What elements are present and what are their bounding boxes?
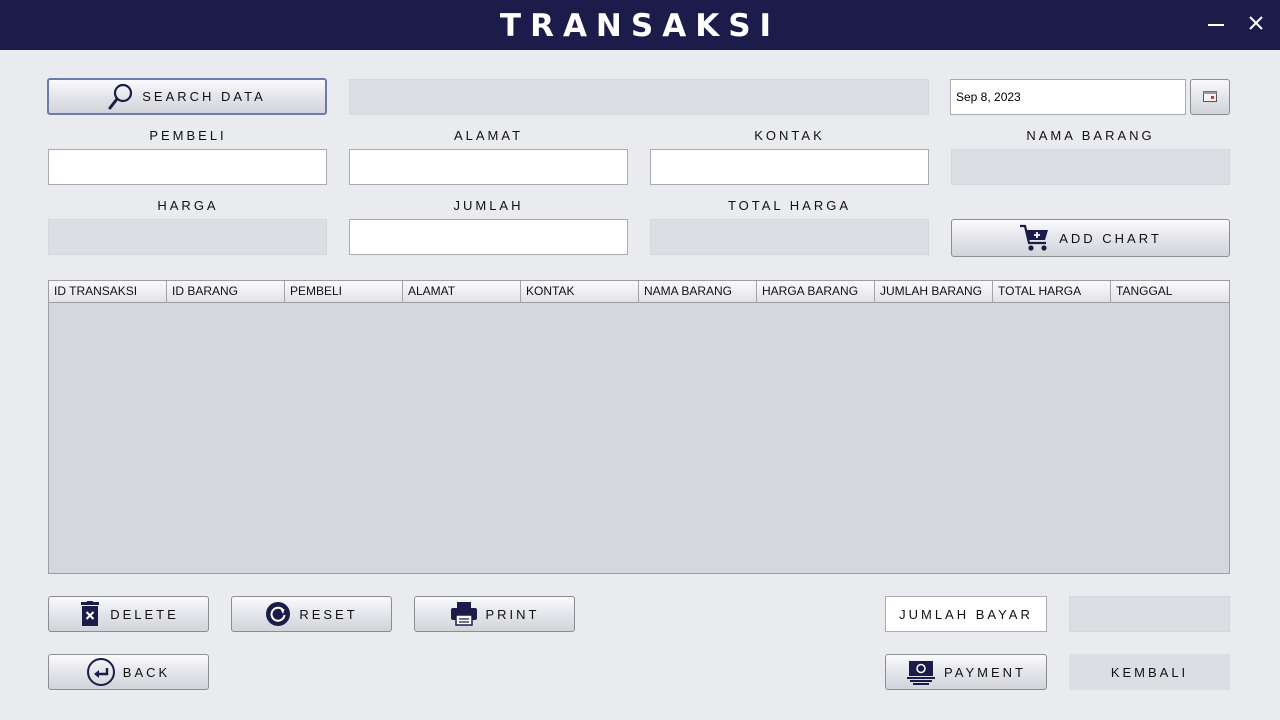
add-chart-button[interactable]: ADD CHART xyxy=(951,219,1230,257)
money-icon xyxy=(906,659,936,685)
search-icon xyxy=(108,83,134,111)
print-button[interactable]: PRINT xyxy=(414,596,575,632)
column-header[interactable]: JUMLAH BARANG xyxy=(875,281,993,302)
print-label: PRINT xyxy=(485,606,540,622)
pembeli-field[interactable] xyxy=(48,149,327,185)
jumlah-field[interactable] xyxy=(349,219,628,255)
back-arrow-icon xyxy=(86,658,115,686)
add-chart-label: ADD CHART xyxy=(1059,230,1162,246)
back-button[interactable]: BACK xyxy=(48,654,209,690)
column-header[interactable]: PEMBELI xyxy=(285,281,403,302)
date-field[interactable] xyxy=(950,79,1186,115)
nama-barang-field[interactable] xyxy=(951,149,1230,185)
delete-label: DELETE xyxy=(110,606,179,622)
jumlah-bayar-label: JUMLAH BAYAR xyxy=(885,596,1047,632)
total-harga-label: TOTAL HARGA xyxy=(727,198,852,213)
column-header[interactable]: TOTAL HARGA xyxy=(993,281,1111,302)
jumlah-bayar-field[interactable] xyxy=(1069,596,1230,632)
date-picker-button[interactable] xyxy=(1190,79,1230,115)
calendar-icon xyxy=(1203,90,1217,105)
reset-label: RESET xyxy=(299,606,358,622)
search-data-label: SEARCH DATA xyxy=(142,89,266,104)
column-header[interactable]: ALAMAT xyxy=(403,281,521,302)
pembeli-label: PEMBELI xyxy=(149,128,227,143)
harga-label: HARGA xyxy=(157,198,219,213)
close-icon xyxy=(1247,14,1265,37)
transaction-table[interactable]: ID TRANSAKSI ID BARANG PEMBELI ALAMAT KO… xyxy=(48,280,1230,574)
close-button[interactable] xyxy=(1241,10,1271,40)
delete-button[interactable]: DELETE xyxy=(48,596,209,632)
kontak-label: KONTAK xyxy=(754,128,825,143)
window-title: TRANSAKSI xyxy=(499,8,781,44)
payment-button[interactable]: PAYMENT xyxy=(885,654,1047,690)
minimize-icon xyxy=(1207,14,1225,37)
jumlah-label: JUMLAH xyxy=(453,198,524,213)
table-body[interactable] xyxy=(49,303,1229,574)
printer-icon xyxy=(450,602,478,626)
alamat-field[interactable] xyxy=(349,149,628,185)
harga-field[interactable] xyxy=(48,219,327,255)
minimize-button[interactable] xyxy=(1201,10,1231,40)
payment-label: PAYMENT xyxy=(944,664,1026,680)
kembali-label: KEMBALI xyxy=(1069,654,1230,690)
column-header[interactable]: KONTAK xyxy=(521,281,639,302)
column-header[interactable]: ID TRANSAKSI xyxy=(49,281,167,302)
reset-button[interactable]: RESET xyxy=(231,596,392,632)
column-header[interactable]: NAMA BARANG xyxy=(639,281,757,302)
total-harga-field[interactable] xyxy=(650,219,929,255)
column-header[interactable]: TANGGAL xyxy=(1111,281,1229,302)
column-header[interactable]: ID BARANG xyxy=(167,281,285,302)
kontak-field[interactable] xyxy=(650,149,929,185)
nama-barang-label: NAMA BARANG xyxy=(1026,128,1155,143)
search-data-button[interactable]: SEARCH DATA xyxy=(47,78,327,115)
back-label: BACK xyxy=(122,664,171,680)
alamat-label: ALAMAT xyxy=(453,128,524,143)
refresh-icon xyxy=(265,601,291,627)
trash-icon xyxy=(78,601,102,627)
table-header: ID TRANSAKSI ID BARANG PEMBELI ALAMAT KO… xyxy=(49,281,1229,303)
column-header[interactable]: HARGA BARANG xyxy=(757,281,875,302)
cart-add-icon xyxy=(1019,223,1051,253)
search-input[interactable] xyxy=(349,79,929,115)
